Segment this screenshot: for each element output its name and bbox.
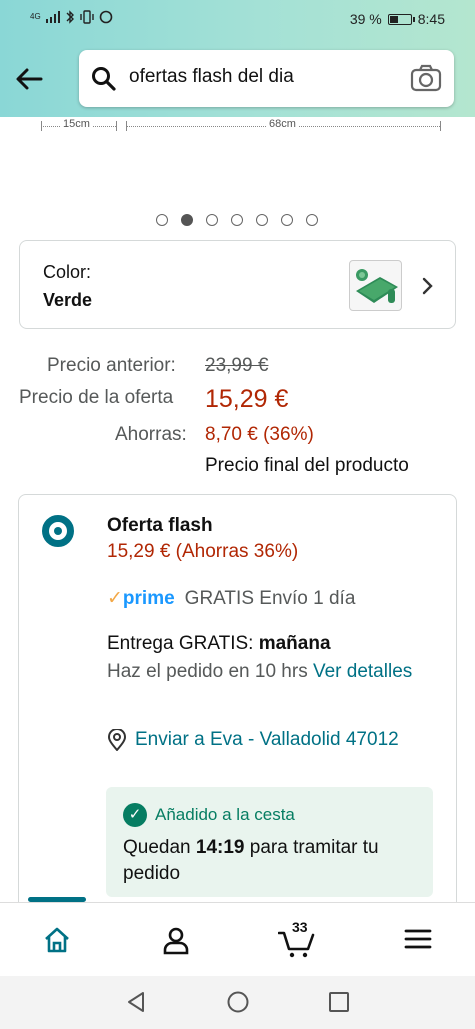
check-circle-icon: ✓ [123,803,147,827]
status-icons-left: 4G [30,10,113,24]
prime-shipping-text: GRATIS Envío 1 día [184,587,356,609]
system-navigation-bar [0,976,475,1029]
home-icon[interactable] [42,925,74,957]
system-back-icon[interactable] [124,990,148,1014]
bottom-navigation: 33 [0,897,475,976]
carousel-dots[interactable] [156,214,318,226]
delivery-day: mañana [258,633,331,654]
carousel-dot[interactable] [281,214,293,226]
flash-offer-card[interactable]: Oferta flash 15,29 € (Ahorras 36%) ✓prim… [18,494,457,914]
delivery-info: Entrega GRATIS: mañana [107,633,331,655]
carousel-dot[interactable] [231,214,243,226]
offer-radio-button[interactable] [42,515,74,547]
color-label: Color: [43,262,92,282]
order-deadline: Haz el pedido en 10 hrs Ver detalles [107,659,427,685]
dim-label-left: 15cm [61,118,92,130]
status-bar: 4G 39 % 8:45 [0,0,475,40]
carousel-dot[interactable] [181,214,193,226]
cart-count-badge: 33 [292,919,308,935]
added-to-cart: ✓ Añadido a la cesta [123,803,295,827]
search-bar[interactable] [79,50,454,107]
battery-percent: 39 % [349,11,382,27]
prime-logo: ✓prime [107,588,175,609]
color-swatch-image[interactable] [349,260,402,311]
dim-tick [116,121,117,131]
offer-title: Oferta flash [107,515,213,536]
product-dimensions: 15cm 68cm [0,118,475,134]
savings-value: 8,70 € (36%) [205,424,314,445]
vibrate-icon [79,10,94,24]
prime-shipping: ✓prime GRATIS Envío 1 día [107,587,355,610]
timer-value: 14:19 [195,837,245,858]
color-selector[interactable]: Color: Verde [19,240,456,329]
dim-tick [440,121,441,131]
chevron-right-icon[interactable] [421,272,435,303]
previous-price: 23,99 € [205,355,269,376]
location-pin-icon [107,729,127,751]
carousel-dot[interactable] [256,214,268,226]
previous-price-label: Precio anterior: [47,355,176,376]
dim-label-right: 68cm [267,118,298,130]
active-tab-indicator [28,897,86,902]
search-input[interactable] [129,66,399,88]
system-recents-icon[interactable] [327,990,351,1014]
order-deadline-text: Haz el pedido en 10 hrs [107,661,313,682]
account-icon[interactable] [161,925,193,957]
checkout-timer: Quedan 14:19 para tramitar tu pedido [123,835,423,887]
menu-icon[interactable] [404,925,436,957]
app-header: 4G 39 % 8:45 [0,0,475,117]
color-value: Verde [43,290,93,310]
cart-confirmation: ✓ Añadido a la cesta Quedan 14:19 para t… [106,787,433,897]
bluetooth-icon [66,10,74,24]
battery-icon [387,13,415,25]
sync-icon [99,10,112,24]
delivery-prefix: Entrega GRATIS: [107,633,259,654]
ship-to-address[interactable]: Enviar a Eva - Valladolid 47012 [107,729,399,751]
added-to-cart-text: Añadido a la cesta [155,805,295,824]
offer-price: 15,29 € (Ahorras 36%) [107,541,299,562]
cart-icon[interactable]: 33 [277,919,318,958]
final-price-note: Precio final del producto [205,455,409,476]
status-icons-right: 39 % 8:45 [350,11,445,27]
back-arrow-icon[interactable] [14,64,46,96]
clock: 8:45 [417,11,445,27]
carousel-dot[interactable] [156,214,168,226]
network-type: 4G [30,12,41,21]
search-icon[interactable] [91,66,117,92]
camera-icon[interactable] [410,64,442,92]
timer-prefix: Quedan [123,837,196,858]
deal-price-label: Precio de la oferta [19,387,174,408]
deal-price: 15,29 € [205,385,289,413]
system-home-icon[interactable] [226,990,250,1014]
signal-icon [45,11,60,23]
ship-to-text[interactable]: Enviar a Eva - Valladolid 47012 [135,729,399,751]
battery-fill [389,15,398,23]
details-link[interactable]: Ver detalles [313,661,412,682]
carousel-dot[interactable] [306,214,318,226]
carousel-dot[interactable] [206,214,218,226]
savings-label: Ahorras: [115,424,187,445]
